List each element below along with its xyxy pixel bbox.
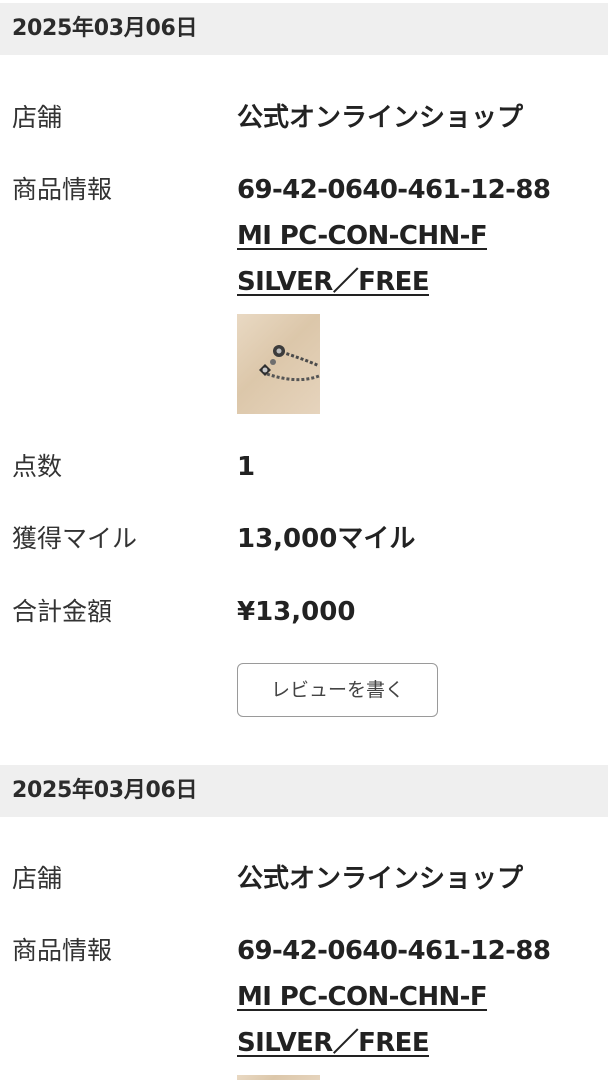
store-label: 店舗 bbox=[12, 864, 63, 893]
product-info-label: 商品情報 bbox=[12, 936, 113, 965]
product-link[interactable]: 69-42-0640-461-12-88 MI PC-CON-CHN-F SIL… bbox=[237, 167, 608, 305]
miles-label: 獲得マイル bbox=[12, 524, 138, 553]
product-variant[interactable]: SILVER／FREE bbox=[237, 259, 608, 305]
quantity-label: 点数 bbox=[12, 452, 63, 481]
product-code[interactable]: 69-42-0640-461-12-88 bbox=[237, 167, 608, 213]
product-variant[interactable]: SILVER／FREE bbox=[237, 1020, 608, 1066]
product-name[interactable]: MI PC-CON-CHN-F bbox=[237, 213, 608, 259]
miles-value: 13,000マイル bbox=[237, 524, 416, 554]
store-value: 公式オンラインショップ bbox=[237, 103, 524, 133]
product-thumbnail[interactable] bbox=[237, 314, 320, 414]
product-name[interactable]: MI PC-CON-CHN-F bbox=[237, 974, 608, 1020]
product-thumbnail[interactable] bbox=[237, 1075, 320, 1080]
product-code[interactable]: 69-42-0640-461-12-88 bbox=[237, 928, 608, 974]
order-date-header: 2025年03月06日 bbox=[0, 765, 608, 817]
silver-chain-earring-icon bbox=[259, 345, 320, 382]
store-value: 公式オンラインショップ bbox=[237, 864, 524, 894]
product-info-label: 商品情報 bbox=[12, 175, 113, 204]
store-label: 店舗 bbox=[12, 103, 63, 132]
quantity-value: 1 bbox=[237, 452, 256, 482]
order-date-header: 2025年03月06日 bbox=[0, 3, 608, 55]
total-value: ¥13,000 bbox=[237, 597, 356, 627]
product-link[interactable]: 69-42-0640-461-12-88 MI PC-CON-CHN-F SIL… bbox=[237, 928, 608, 1066]
write-review-button[interactable]: レビューを書く bbox=[237, 663, 438, 717]
total-label: 合計金額 bbox=[12, 597, 113, 626]
